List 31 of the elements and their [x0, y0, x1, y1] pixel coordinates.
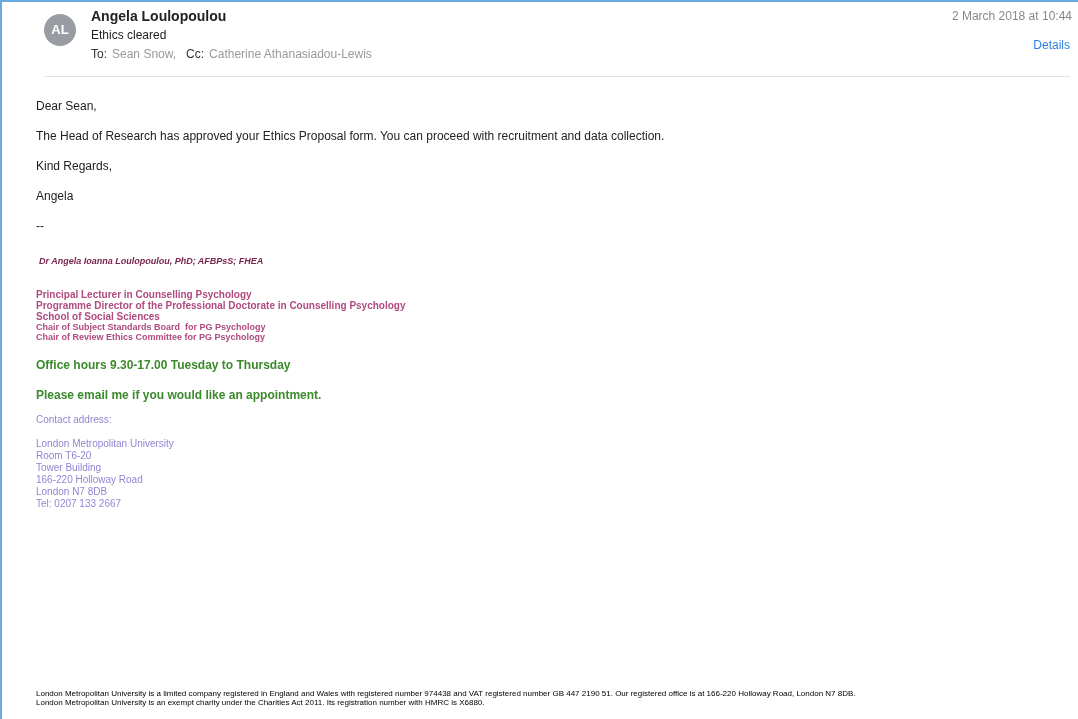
- cc-label: Cc:: [186, 46, 205, 63]
- signature-line: Room T6-20: [36, 449, 93, 462]
- signature-line: Office hours 9.30-17.00 Tuesday to Thursday: [36, 356, 292, 374]
- signature-line: Principal Lecturer in Counselling Psychology: [36, 288, 253, 300]
- signature-line: Tower Building: [36, 461, 103, 474]
- cc-recipient: Catherine Athanasiadou-Lewis: [209, 46, 372, 63]
- to-label: To:: [91, 46, 107, 63]
- sender-name: Angela Loulopoulou: [91, 7, 228, 26]
- signature-line: London Metropolitan University: [36, 437, 175, 450]
- body-paragraph: Kind Regards,: [36, 158, 114, 175]
- signature-line: Contact address:: [36, 413, 113, 426]
- signature-line: Chair of Review Ethics Committee for PG Psychology: [36, 331, 267, 342]
- signature-line: London N7 8DB: [36, 485, 109, 498]
- date: 2 March 2018 at 10:44: [951, 8, 1072, 25]
- avatar: AL: [44, 14, 76, 46]
- footer-disclaimer: London Metropolitan University is a limited company registered in England and Wales with registered number 974438 and VAT registered number GB 447 2190 51. Our registered office is at 166-220 Holloway Road, London N7 8DB.: [36, 689, 857, 698]
- body-paragraph: Angela: [36, 188, 75, 205]
- subject: Ethics cleared: [91, 27, 168, 44]
- details-link[interactable]: Details: [1033, 36, 1070, 54]
- signature-line: Chair of Subject Standards Board for PG Psychology: [36, 321, 267, 332]
- body-paragraph: The Head of Research has approved your Ethics Proposal form. You can proceed with recruitment and data collection.: [36, 128, 666, 145]
- signature-line: 166-220 Holloway Road: [36, 473, 144, 486]
- body-paragraph: Dear Sean,: [36, 98, 98, 115]
- signature-line: Programme Director of the Professional Doctorate in Counselling Psychology: [36, 299, 407, 311]
- signature-line: Dr Angela Ioanna Loulopoulou, PhD; AFBPsS; FHEA: [39, 255, 265, 268]
- signature-line: Tel: 0207 133 2667: [36, 497, 123, 510]
- to-recipient: Sean Snow,: [112, 46, 177, 63]
- body-paragraph: --: [36, 218, 45, 235]
- footer-disclaimer: London Metropolitan University is an exempt charity under the Charities Act 2011. Its registration number with HMRC is X6880.: [36, 698, 486, 707]
- signature-line: School of Social Sciences: [36, 310, 161, 322]
- signature-line: Please email me if you would like an appointment.: [36, 386, 323, 404]
